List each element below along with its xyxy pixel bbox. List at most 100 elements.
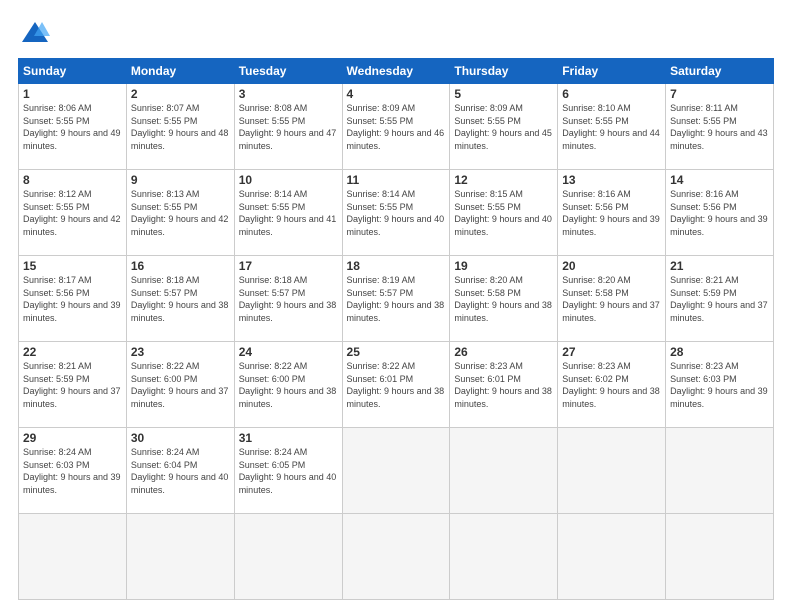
calendar-day-cell: 8 Sunrise: 8:12 AMSunset: 5:55 PMDayligh…	[19, 170, 127, 256]
calendar-row: 22 Sunrise: 8:21 AMSunset: 5:59 PMDaylig…	[19, 342, 774, 428]
calendar-day-cell: 16 Sunrise: 8:18 AMSunset: 5:57 PMDaylig…	[126, 256, 234, 342]
logo	[18, 18, 50, 48]
day-info: Sunrise: 8:16 AMSunset: 5:56 PMDaylight:…	[670, 189, 768, 237]
day-number: 16	[131, 259, 230, 273]
day-info: Sunrise: 8:18 AMSunset: 5:57 PMDaylight:…	[131, 275, 229, 323]
calendar-day-cell: 9 Sunrise: 8:13 AMSunset: 5:55 PMDayligh…	[126, 170, 234, 256]
day-number: 28	[670, 345, 769, 359]
calendar-day-cell: 26 Sunrise: 8:23 AMSunset: 6:01 PMDaylig…	[450, 342, 558, 428]
day-info: Sunrise: 8:20 AMSunset: 5:58 PMDaylight:…	[562, 275, 660, 323]
day-number: 27	[562, 345, 661, 359]
day-info: Sunrise: 8:22 AMSunset: 6:00 PMDaylight:…	[239, 361, 337, 409]
day-info: Sunrise: 8:13 AMSunset: 5:55 PMDaylight:…	[131, 189, 229, 237]
day-info: Sunrise: 8:10 AMSunset: 5:55 PMDaylight:…	[562, 103, 660, 151]
day-number: 29	[23, 431, 122, 445]
calendar-day-cell: 28 Sunrise: 8:23 AMSunset: 6:03 PMDaylig…	[666, 342, 774, 428]
day-info: Sunrise: 8:11 AMSunset: 5:55 PMDaylight:…	[670, 103, 768, 151]
calendar-day-cell: 24 Sunrise: 8:22 AMSunset: 6:00 PMDaylig…	[234, 342, 342, 428]
calendar-empty-cell	[342, 514, 450, 600]
day-number: 7	[670, 87, 769, 101]
calendar-day-cell: 7 Sunrise: 8:11 AMSunset: 5:55 PMDayligh…	[666, 84, 774, 170]
calendar-empty-cell	[126, 514, 234, 600]
calendar-day-cell: 4 Sunrise: 8:09 AMSunset: 5:55 PMDayligh…	[342, 84, 450, 170]
day-info: Sunrise: 8:12 AMSunset: 5:55 PMDaylight:…	[23, 189, 121, 237]
calendar-day-cell: 1 Sunrise: 8:06 AMSunset: 5:55 PMDayligh…	[19, 84, 127, 170]
calendar-empty-cell	[666, 428, 774, 514]
day-info: Sunrise: 8:08 AMSunset: 5:55 PMDaylight:…	[239, 103, 337, 151]
day-number: 5	[454, 87, 553, 101]
calendar-day-cell: 6 Sunrise: 8:10 AMSunset: 5:55 PMDayligh…	[558, 84, 666, 170]
day-number: 20	[562, 259, 661, 273]
calendar-empty-cell	[19, 514, 127, 600]
calendar-row: 8 Sunrise: 8:12 AMSunset: 5:55 PMDayligh…	[19, 170, 774, 256]
day-number: 23	[131, 345, 230, 359]
calendar-table: SundayMondayTuesdayWednesdayThursdayFrid…	[18, 58, 774, 600]
day-number: 10	[239, 173, 338, 187]
day-number: 14	[670, 173, 769, 187]
calendar-day-cell: 10 Sunrise: 8:14 AMSunset: 5:55 PMDaylig…	[234, 170, 342, 256]
day-number: 1	[23, 87, 122, 101]
day-info: Sunrise: 8:09 AMSunset: 5:55 PMDaylight:…	[454, 103, 552, 151]
day-info: Sunrise: 8:23 AMSunset: 6:01 PMDaylight:…	[454, 361, 552, 409]
calendar-day-cell: 21 Sunrise: 8:21 AMSunset: 5:59 PMDaylig…	[666, 256, 774, 342]
day-info: Sunrise: 8:17 AMSunset: 5:56 PMDaylight:…	[23, 275, 121, 323]
day-number: 13	[562, 173, 661, 187]
calendar-day-header: Saturday	[666, 59, 774, 84]
calendar-day-cell: 2 Sunrise: 8:07 AMSunset: 5:55 PMDayligh…	[126, 84, 234, 170]
calendar-day-cell: 27 Sunrise: 8:23 AMSunset: 6:02 PMDaylig…	[558, 342, 666, 428]
day-info: Sunrise: 8:14 AMSunset: 5:55 PMDaylight:…	[239, 189, 337, 237]
day-number: 21	[670, 259, 769, 273]
day-number: 2	[131, 87, 230, 101]
day-info: Sunrise: 8:22 AMSunset: 6:01 PMDaylight:…	[347, 361, 445, 409]
day-info: Sunrise: 8:22 AMSunset: 6:00 PMDaylight:…	[131, 361, 229, 409]
calendar-day-cell: 25 Sunrise: 8:22 AMSunset: 6:01 PMDaylig…	[342, 342, 450, 428]
calendar-row: 29 Sunrise: 8:24 AMSunset: 6:03 PMDaylig…	[19, 428, 774, 514]
calendar-day-cell: 19 Sunrise: 8:20 AMSunset: 5:58 PMDaylig…	[450, 256, 558, 342]
calendar-empty-cell	[450, 514, 558, 600]
calendar-empty-cell	[342, 428, 450, 514]
day-number: 3	[239, 87, 338, 101]
calendar-day-cell: 15 Sunrise: 8:17 AMSunset: 5:56 PMDaylig…	[19, 256, 127, 342]
calendar-empty-cell	[450, 428, 558, 514]
day-info: Sunrise: 8:20 AMSunset: 5:58 PMDaylight:…	[454, 275, 552, 323]
calendar-row	[19, 514, 774, 600]
calendar-empty-cell	[666, 514, 774, 600]
day-info: Sunrise: 8:19 AMSunset: 5:57 PMDaylight:…	[347, 275, 445, 323]
calendar-empty-cell	[558, 514, 666, 600]
calendar-header-row: SundayMondayTuesdayWednesdayThursdayFrid…	[19, 59, 774, 84]
calendar-row: 15 Sunrise: 8:17 AMSunset: 5:56 PMDaylig…	[19, 256, 774, 342]
calendar-day-cell: 11 Sunrise: 8:14 AMSunset: 5:55 PMDaylig…	[342, 170, 450, 256]
day-info: Sunrise: 8:15 AMSunset: 5:55 PMDaylight:…	[454, 189, 552, 237]
day-info: Sunrise: 8:09 AMSunset: 5:55 PMDaylight:…	[347, 103, 445, 151]
calendar-day-cell: 13 Sunrise: 8:16 AMSunset: 5:56 PMDaylig…	[558, 170, 666, 256]
day-number: 8	[23, 173, 122, 187]
calendar-day-cell: 5 Sunrise: 8:09 AMSunset: 5:55 PMDayligh…	[450, 84, 558, 170]
day-info: Sunrise: 8:16 AMSunset: 5:56 PMDaylight:…	[562, 189, 660, 237]
calendar-day-header: Sunday	[19, 59, 127, 84]
calendar-day-cell: 31 Sunrise: 8:24 AMSunset: 6:05 PMDaylig…	[234, 428, 342, 514]
calendar-day-cell: 14 Sunrise: 8:16 AMSunset: 5:56 PMDaylig…	[666, 170, 774, 256]
day-number: 18	[347, 259, 446, 273]
calendar-day-header: Friday	[558, 59, 666, 84]
calendar-day-cell: 17 Sunrise: 8:18 AMSunset: 5:57 PMDaylig…	[234, 256, 342, 342]
day-info: Sunrise: 8:18 AMSunset: 5:57 PMDaylight:…	[239, 275, 337, 323]
calendar-day-header: Monday	[126, 59, 234, 84]
day-number: 19	[454, 259, 553, 273]
day-number: 25	[347, 345, 446, 359]
day-info: Sunrise: 8:21 AMSunset: 5:59 PMDaylight:…	[23, 361, 121, 409]
calendar-day-header: Thursday	[450, 59, 558, 84]
calendar-empty-cell	[558, 428, 666, 514]
day-number: 6	[562, 87, 661, 101]
day-info: Sunrise: 8:06 AMSunset: 5:55 PMDaylight:…	[23, 103, 121, 151]
logo-icon	[20, 18, 50, 48]
day-number: 26	[454, 345, 553, 359]
day-info: Sunrise: 8:23 AMSunset: 6:02 PMDaylight:…	[562, 361, 660, 409]
day-info: Sunrise: 8:24 AMSunset: 6:05 PMDaylight:…	[239, 447, 337, 495]
calendar-day-cell: 30 Sunrise: 8:24 AMSunset: 6:04 PMDaylig…	[126, 428, 234, 514]
page-container: SundayMondayTuesdayWednesdayThursdayFrid…	[0, 0, 792, 612]
day-info: Sunrise: 8:24 AMSunset: 6:04 PMDaylight:…	[131, 447, 229, 495]
day-number: 15	[23, 259, 122, 273]
calendar-day-header: Tuesday	[234, 59, 342, 84]
calendar-day-header: Wednesday	[342, 59, 450, 84]
calendar-day-cell: 18 Sunrise: 8:19 AMSunset: 5:57 PMDaylig…	[342, 256, 450, 342]
